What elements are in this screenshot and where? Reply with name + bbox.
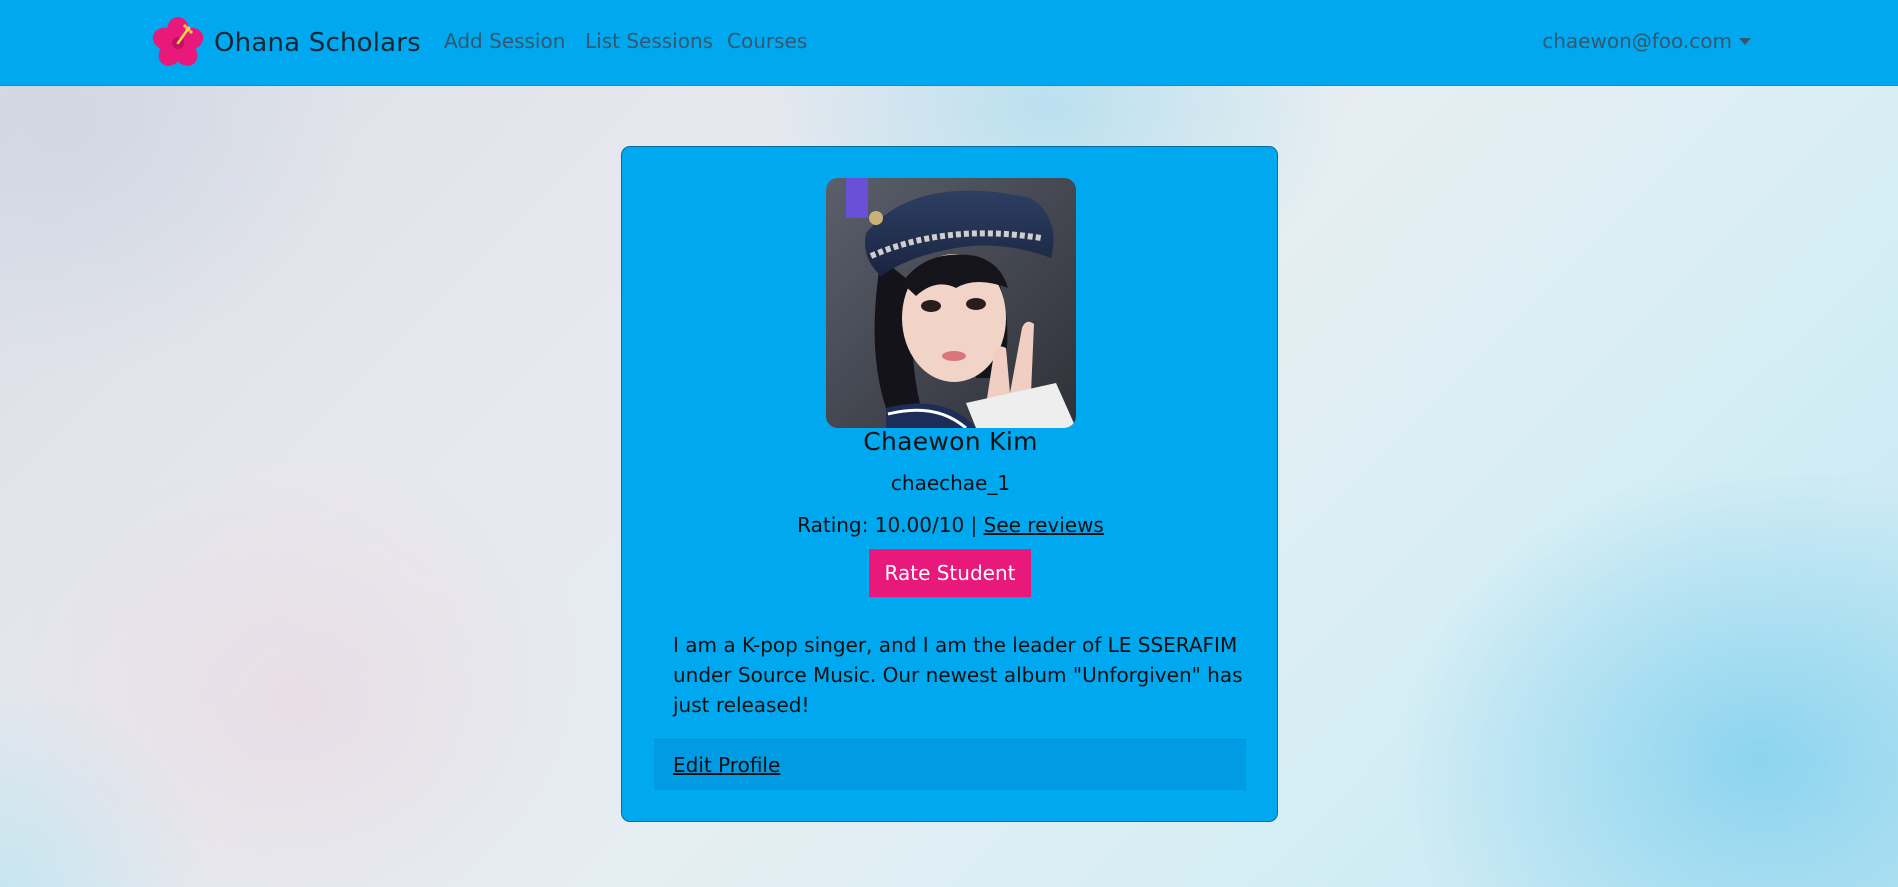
- nav-add-session[interactable]: Add Session: [444, 29, 565, 53]
- caret-down-icon: [1739, 37, 1751, 45]
- edit-profile-link[interactable]: Edit Profile: [673, 753, 780, 777]
- rating-text: Rating: 10.00/10 |: [797, 513, 978, 537]
- nav-courses[interactable]: Courses: [727, 29, 807, 53]
- profile-username: chaechae_1: [890, 471, 1011, 495]
- profile-name: Chaewon Kim: [863, 427, 1038, 456]
- rating-line: Rating: 10.00/10 | See reviews: [622, 513, 1279, 537]
- profile-bio: I am a K-pop singer, and I am the leader…: [673, 633, 1243, 717]
- profile-card: Chaewon Kim chaechae_1 Rating: 10.00/10 …: [621, 146, 1278, 822]
- user-email: chaewon@foo.com: [1542, 29, 1732, 53]
- avatar: [826, 178, 1076, 428]
- profile-photo: [826, 178, 1076, 428]
- card-footer: Edit Profile: [654, 739, 1246, 790]
- hibiscus-icon: [152, 17, 204, 66]
- rate-student-button[interactable]: Rate Student: [869, 549, 1031, 597]
- brand-link[interactable]: Ohana Scholars: [152, 16, 421, 70]
- brand-name: Ohana Scholars: [214, 28, 421, 58]
- navbar: Ohana Scholars Add Session List Sessions…: [0, 0, 1898, 86]
- see-reviews-link[interactable]: See reviews: [984, 513, 1104, 537]
- user-dropdown[interactable]: chaewon@foo.com: [1542, 29, 1751, 53]
- nav-list-sessions[interactable]: List Sessions: [585, 29, 713, 53]
